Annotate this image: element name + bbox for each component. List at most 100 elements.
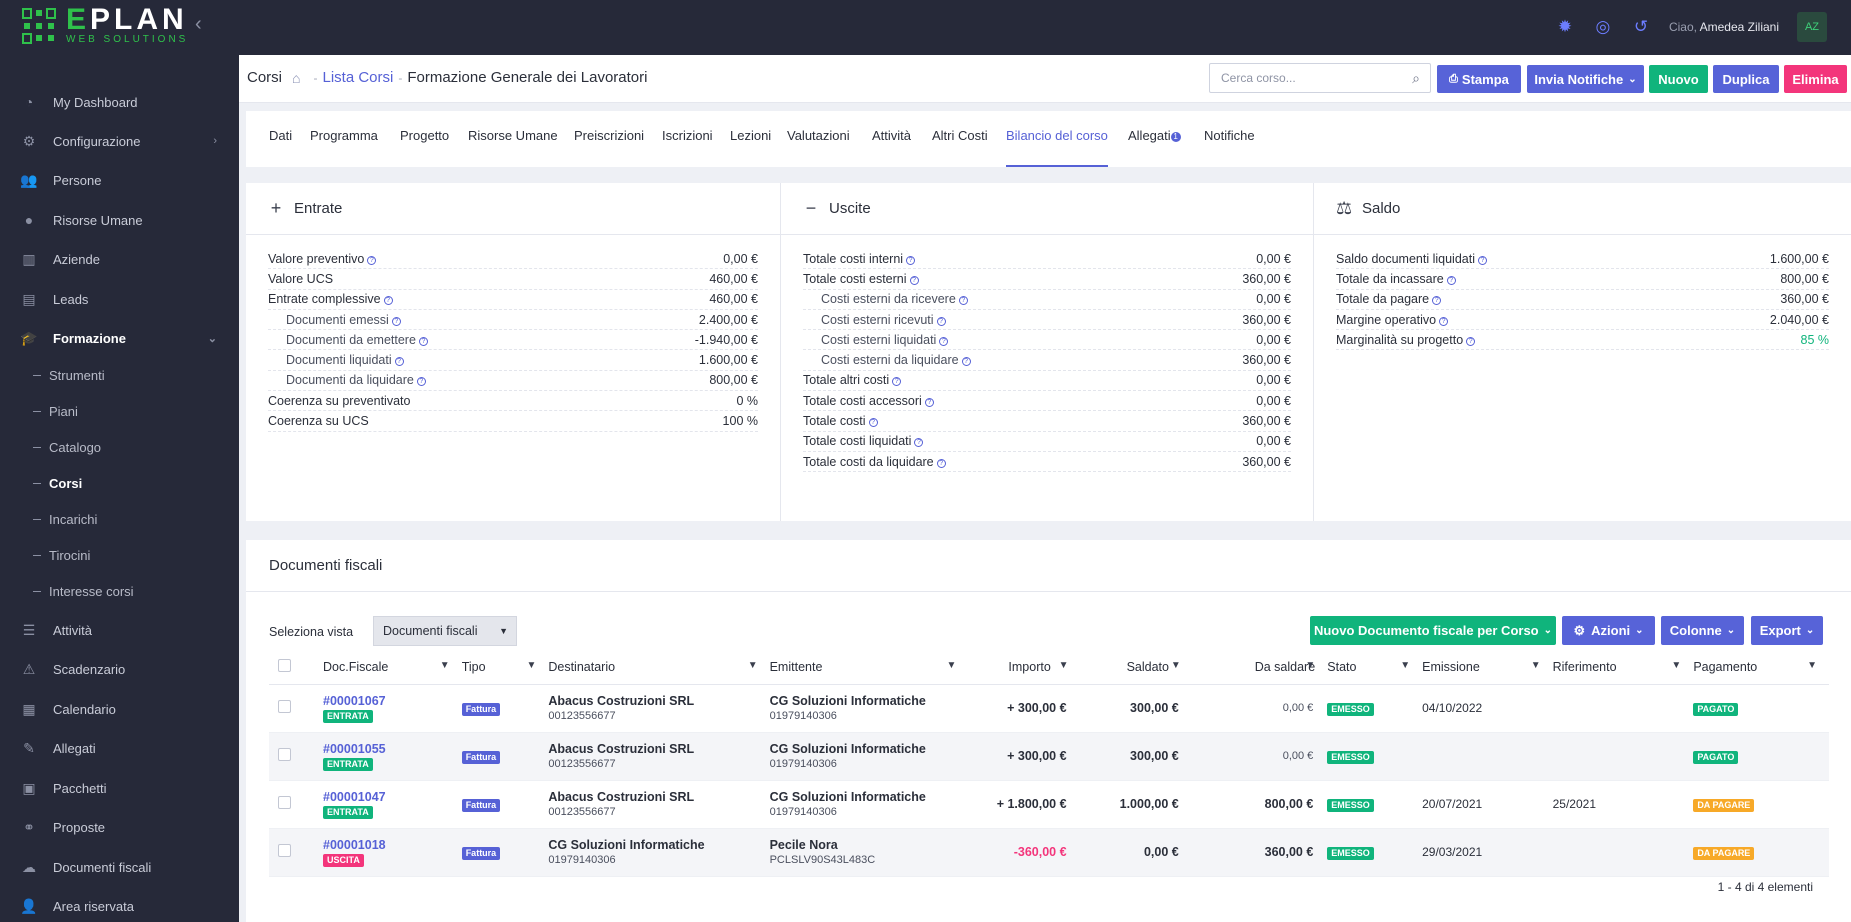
info-icon[interactable]: ? bbox=[914, 438, 924, 448]
history-icon[interactable]: ↺ bbox=[1631, 17, 1651, 37]
sidebar-sub-corsi[interactable]: Corsi bbox=[33, 471, 82, 495]
info-icon[interactable]: ? bbox=[892, 377, 902, 387]
actions-button[interactable]: ⚙ Azioni ⌄ bbox=[1562, 616, 1655, 645]
filter-icon[interactable]: ▼ bbox=[947, 660, 957, 671]
new-button[interactable]: Nuovo bbox=[1649, 65, 1708, 93]
send-notifications-button[interactable]: Invia Notifiche ⌄ bbox=[1527, 65, 1644, 93]
duplicate-button[interactable]: Duplica bbox=[1713, 65, 1779, 93]
sidebar-item-allegati[interactable]: ✎ Allegati bbox=[0, 731, 239, 765]
row-checkbox[interactable] bbox=[278, 844, 291, 857]
doc-number-link[interactable]: #00001047 bbox=[323, 790, 462, 804]
tab-dati[interactable]: Dati bbox=[269, 128, 292, 167]
filter-icon[interactable]: ▼ bbox=[1807, 660, 1817, 671]
info-icon[interactable]: ? bbox=[1446, 275, 1456, 285]
sidebar-sub-tirocini[interactable]: Tirocini bbox=[33, 543, 90, 567]
info-icon[interactable]: ? bbox=[1439, 316, 1449, 326]
col-emittente[interactable]: Emittente ▼ bbox=[769, 650, 969, 685]
info-icon[interactable]: ? bbox=[1432, 296, 1442, 306]
col-stato[interactable]: Stato ▼ bbox=[1327, 650, 1423, 685]
new-fiscal-document-button[interactable]: Nuovo Documento fiscale per Corso ⌄ bbox=[1310, 616, 1556, 645]
table-row[interactable]: #00001067 ENTRATA Fattura Abacus Costruzion… bbox=[269, 684, 1829, 733]
table-row[interactable]: #00001055 ENTRATA Fattura Abacus Costruzion… bbox=[269, 732, 1829, 781]
row-checkbox[interactable] bbox=[278, 700, 291, 713]
info-icon[interactable]: ? bbox=[1466, 336, 1476, 346]
info-icon[interactable]: ? bbox=[961, 357, 971, 367]
filter-icon[interactable]: ▼ bbox=[748, 660, 758, 671]
tab-iscrizioni[interactable]: Iscrizioni bbox=[662, 128, 713, 167]
info-icon[interactable]: ? bbox=[909, 275, 919, 285]
sidebar-item-calendario[interactable]: ▦ Calendario bbox=[0, 692, 239, 726]
tab-altri-costi[interactable]: Altri Costi bbox=[932, 128, 988, 167]
tab-lezioni[interactable]: Lezioni bbox=[730, 128, 771, 167]
doc-number-link[interactable]: #00001018 bbox=[323, 838, 462, 852]
collapse-sidebar-icon[interactable]: ‹ bbox=[195, 13, 202, 36]
filter-icon[interactable]: ▼ bbox=[1171, 660, 1181, 671]
info-icon[interactable]: ? bbox=[394, 357, 404, 367]
tab-allegati[interactable]: Allegati 1 bbox=[1128, 128, 1181, 167]
view-select[interactable]: Documenti fiscali ▼ bbox=[373, 616, 517, 646]
sidebar-sub-incarichi[interactable]: Incarichi bbox=[33, 507, 97, 531]
tab-notifiche[interactable]: Notifiche bbox=[1204, 128, 1255, 167]
info-icon[interactable]: ? bbox=[383, 296, 393, 306]
info-icon[interactable]: ? bbox=[939, 336, 949, 346]
doc-number-link[interactable]: #00001055 bbox=[323, 742, 462, 756]
eplan-logo[interactable]: EPLAN WEB SOLUTIONS bbox=[22, 5, 188, 46]
col-tipo[interactable]: Tipo ▼ bbox=[461, 650, 549, 685]
doc-number-link[interactable]: #00001067 bbox=[323, 694, 462, 708]
tab-risorse-umane[interactable]: Risorse Umane bbox=[468, 128, 558, 167]
filter-icon[interactable]: ▼ bbox=[1305, 660, 1315, 671]
tab-programma[interactable]: Programma bbox=[310, 128, 378, 167]
filter-icon[interactable]: ▼ bbox=[526, 660, 536, 671]
col-riferimento[interactable]: Riferimento ▼ bbox=[1552, 650, 1694, 685]
col-destinatario[interactable]: Destinatario ▼ bbox=[548, 650, 770, 685]
tab-attivita[interactable]: Attività bbox=[872, 128, 911, 167]
filter-icon[interactable]: ▼ bbox=[1059, 660, 1069, 671]
delete-button[interactable]: Elimina bbox=[1784, 65, 1847, 93]
col-da-saldare[interactable]: Da saldare ▼ bbox=[1192, 650, 1328, 685]
col-pagamento[interactable]: Pagamento ▼ bbox=[1693, 650, 1829, 685]
row-checkbox[interactable] bbox=[278, 796, 291, 809]
sidebar-item-persone[interactable]: 👥 Persone bbox=[0, 163, 239, 197]
sidebar-item-pacchetti[interactable]: ▣ Pacchetti bbox=[0, 771, 239, 805]
sidebar-item-leads[interactable]: ▤ Leads bbox=[0, 282, 239, 316]
col-emissione[interactable]: Emissione ▼ bbox=[1422, 650, 1553, 685]
sidebar-item-aziende[interactable]: ▥ Aziende bbox=[0, 242, 239, 276]
info-icon[interactable]: ? bbox=[868, 418, 878, 428]
info-icon[interactable]: ? bbox=[367, 255, 377, 265]
info-icon[interactable]: ? bbox=[1477, 255, 1487, 265]
filter-icon[interactable]: ▼ bbox=[1531, 660, 1541, 671]
filter-icon[interactable]: ▼ bbox=[1671, 660, 1681, 671]
filter-icon[interactable]: ▼ bbox=[440, 660, 450, 671]
sidebar-sub-catalogo[interactable]: Catalogo bbox=[33, 435, 101, 459]
tab-preiscrizioni[interactable]: Preiscrizioni bbox=[574, 128, 644, 167]
table-row[interactable]: #00001018 USCITA Fattura CG Soluzioni Infor… bbox=[269, 828, 1829, 877]
avatar[interactable]: AZ bbox=[1797, 12, 1827, 42]
sidebar-sub-strumenti[interactable]: Strumenti bbox=[33, 363, 105, 387]
home-icon[interactable]: ⌂ bbox=[292, 70, 300, 86]
tab-progetto[interactable]: Progetto bbox=[400, 128, 449, 167]
sidebar-item-proposte[interactable]: ⚭ Proposte bbox=[0, 810, 239, 844]
info-icon[interactable]: ? bbox=[958, 296, 968, 306]
col-saldato[interactable]: Saldato ▼ bbox=[1080, 650, 1193, 685]
info-icon[interactable]: ? bbox=[936, 316, 946, 326]
col-doc-fiscale[interactable]: Doc.Fiscale ▼ bbox=[323, 650, 462, 685]
sidebar-sub-piani[interactable]: Piani bbox=[33, 399, 78, 423]
breadcrumb-lista-corsi[interactable]: Lista Corsi bbox=[322, 69, 393, 86]
sidebar-item-scadenzario[interactable]: ⚠ Scadenzario bbox=[0, 652, 239, 686]
filter-icon[interactable]: ▼ bbox=[1400, 660, 1410, 671]
table-row[interactable]: #00001047 ENTRATA Fattura Abacus Costruzion… bbox=[269, 780, 1829, 829]
columns-button[interactable]: Colonne ⌄ bbox=[1661, 616, 1744, 645]
info-icon[interactable]: ? bbox=[924, 397, 934, 407]
select-all-checkbox[interactable] bbox=[278, 658, 291, 672]
search-input[interactable] bbox=[1210, 64, 1390, 92]
sidebar-item-attivita[interactable]: ☰ Attività bbox=[0, 613, 239, 647]
info-icon[interactable]: ? bbox=[936, 458, 946, 468]
sidebar-sub-interesse-corsi[interactable]: Interesse corsi bbox=[33, 579, 134, 603]
help-icon[interactable]: ◎ bbox=[1593, 17, 1613, 37]
info-icon[interactable]: ? bbox=[391, 316, 401, 326]
info-icon[interactable]: ? bbox=[418, 336, 428, 346]
sidebar-item-configurazione[interactable]: ⚙ Configurazione › bbox=[0, 124, 239, 158]
search-icon[interactable]: ⌕ bbox=[1412, 70, 1420, 87]
sidebar-item-documenti-fiscali[interactable]: ☁ Documenti fiscali bbox=[0, 850, 239, 884]
settings-icon[interactable]: ✹ bbox=[1555, 17, 1575, 37]
